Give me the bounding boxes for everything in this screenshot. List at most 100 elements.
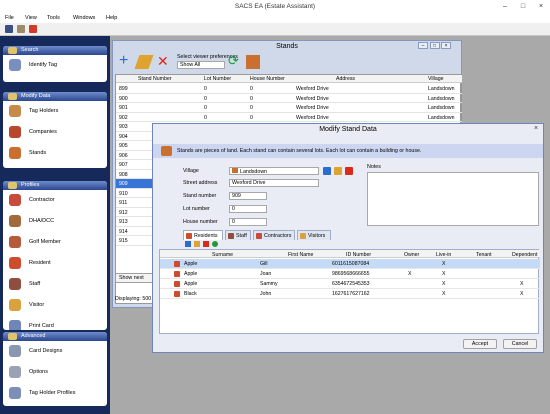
street-select[interactable]: Wexford Drive <box>229 179 319 187</box>
tab-visitors[interactable]: Visitors <box>297 230 331 240</box>
table-cell: X <box>442 290 446 297</box>
add-village-icon[interactable] <box>323 167 331 175</box>
resident-row[interactable]: Apple Sammy 6354672545353 X X <box>160 279 540 289</box>
accept-button[interactable]: Accept <box>463 339 497 349</box>
viewer-preferences-select[interactable]: Show All <box>177 61 225 69</box>
resident-icon <box>174 291 180 297</box>
table-cell: 6354672545353 <box>332 280 370 287</box>
notes-field[interactable] <box>367 172 539 226</box>
table-row[interactable]: 900 0 0 Wexford Drive Landsdown <box>116 94 462 103</box>
tab-staff[interactable]: Staff <box>225 230 251 240</box>
table-cell: 0 <box>250 86 253 92</box>
sidebar-item-dha-dcc[interactable]: DHA/DCC <box>3 211 107 232</box>
visitor-icon <box>9 299 21 311</box>
table-cell: X <box>520 280 524 287</box>
table-cell: Landsdown <box>428 114 455 121</box>
print-card-icon <box>9 320 21 330</box>
table-cell: Apple <box>184 280 198 287</box>
maximize-button[interactable]: □ <box>514 0 532 13</box>
table-row[interactable]: 899 0 0 Wexford Drive Landsdown <box>116 84 462 94</box>
village-label: Village <box>183 168 199 174</box>
table-row[interactable]: 902 0 0 Wexford Drive Landsdown <box>116 113 462 122</box>
modify-data-header[interactable]: Modify Data <box>3 92 107 101</box>
tag-icon[interactable] <box>5 25 13 33</box>
sidebar-item-companies[interactable]: Companies <box>3 122 107 143</box>
close-button[interactable]: × <box>532 0 550 13</box>
delete-village-icon[interactable] <box>345 167 353 175</box>
cancel-button[interactable]: Cancel <box>503 339 537 349</box>
sidebar-item-print-card[interactable]: Print Card <box>3 316 107 330</box>
refresh-residents-icon[interactable] <box>212 241 218 247</box>
menu-windows[interactable]: Windows <box>73 15 95 21</box>
companies-icon <box>9 126 21 138</box>
delete-resident-icon[interactable] <box>203 241 209 247</box>
sidebar-item-resident[interactable]: Resident <box>3 253 107 274</box>
minimize-button[interactable]: – <box>496 0 514 13</box>
menu-file[interactable]: File <box>5 15 14 21</box>
search-panel: Search Identify Tag <box>3 46 107 82</box>
table-cell: X <box>442 280 446 287</box>
lot-number-label: Lot number <box>183 206 210 212</box>
sidebar-item-staff[interactable]: Staff <box>3 274 107 295</box>
minimize-icon[interactable]: – <box>418 42 428 49</box>
table-cell: X <box>442 270 446 277</box>
sidebar-item-tag-holders[interactable]: Tag Holders <box>3 101 107 122</box>
info-text: Stands are pieces of land. Each stand ca… <box>177 148 422 154</box>
house-number-field[interactable]: 0 <box>229 218 267 226</box>
sidebar-item-card-designs[interactable]: Card Designs <box>3 341 107 362</box>
village-select[interactable]: Landsdown <box>229 167 319 175</box>
modal-close-button[interactable]: × <box>527 124 545 134</box>
search-header[interactable]: Search <box>3 46 107 55</box>
maximize-icon[interactable]: □ <box>429 42 440 49</box>
contractors-icon <box>256 233 262 239</box>
close-icon[interactable]: × <box>441 42 452 49</box>
add-resident-icon[interactable] <box>185 241 191 247</box>
house-number-label: House number <box>183 219 218 225</box>
sidebar-item-options[interactable]: Options <box>3 362 107 383</box>
resident-row[interactable]: Apple Gill 6011615087084 X <box>160 259 540 269</box>
profiles-header[interactable]: Profiles <box>3 181 107 190</box>
sidebar-item-tag-holder-profiles[interactable]: Tag Holder Profiles <box>3 383 107 404</box>
sidebar-item-visitor[interactable]: Visitor <box>3 295 107 316</box>
sidebar-item-stands[interactable]: Stands <box>3 143 107 164</box>
profiles-icon <box>8 182 17 189</box>
table-cell: 9869568666655 <box>332 270 370 277</box>
edit-icon[interactable] <box>134 55 154 69</box>
tab-residents[interactable]: Residents <box>183 230 223 240</box>
menu-view[interactable]: View <box>25 15 37 21</box>
menu-tools[interactable]: Tools <box>47 15 60 21</box>
advanced-header[interactable]: Advanced <box>3 332 107 341</box>
table-cell: 6011615087084 <box>332 260 370 267</box>
card-designs-icon <box>9 345 21 357</box>
resident-row[interactable]: Black John 1627617627162 X X <box>160 289 540 299</box>
table-cell: 0 <box>204 86 207 92</box>
tag-holders-icon <box>9 105 21 117</box>
search-icon <box>8 47 17 54</box>
delete-icon[interactable]: ✕ <box>157 54 171 69</box>
tab-contractors[interactable]: Contractors <box>253 230 295 240</box>
tag-holder-profiles-icon <box>9 387 21 399</box>
table-row[interactable]: 901 0 0 Wexford Drive Landsdown <box>116 103 462 113</box>
menu-bar: File View Tools Windows Help <box>0 13 550 23</box>
sidebar-item-identify-tag[interactable]: Identify Tag <box>3 55 107 76</box>
menu-help[interactable]: Help <box>106 15 117 21</box>
show-next-button[interactable]: Show next 500 <box>115 273 155 283</box>
refresh-icon[interactable]: ⟳ <box>228 54 242 69</box>
table-cell: John <box>260 290 272 297</box>
table-cell: 901 <box>119 105 128 111</box>
table-cell: 0 <box>204 114 207 121</box>
add-icon[interactable]: + <box>119 53 133 69</box>
reader-icon[interactable] <box>17 25 25 33</box>
edit-village-icon[interactable] <box>334 167 342 175</box>
sidebar-item-golf-member[interactable]: Golf Member <box>3 232 107 253</box>
resident-row[interactable]: Apple Joan 9869568666655 X X <box>160 269 540 279</box>
sidebar-item-contractor[interactable]: Contractor <box>3 190 107 211</box>
stand-number-field[interactable]: 909 <box>229 192 267 200</box>
close-icon[interactable] <box>29 25 37 33</box>
lot-number-field[interactable]: 0 <box>229 205 267 213</box>
stand-tools-icon[interactable] <box>246 55 260 69</box>
edit-resident-icon[interactable] <box>194 241 200 247</box>
profiles-panel: Profiles Contractor DHA/DCC Golf Member … <box>3 181 107 330</box>
stands-window-controls[interactable]: – □ × <box>418 42 458 50</box>
contractor-icon <box>9 194 21 206</box>
